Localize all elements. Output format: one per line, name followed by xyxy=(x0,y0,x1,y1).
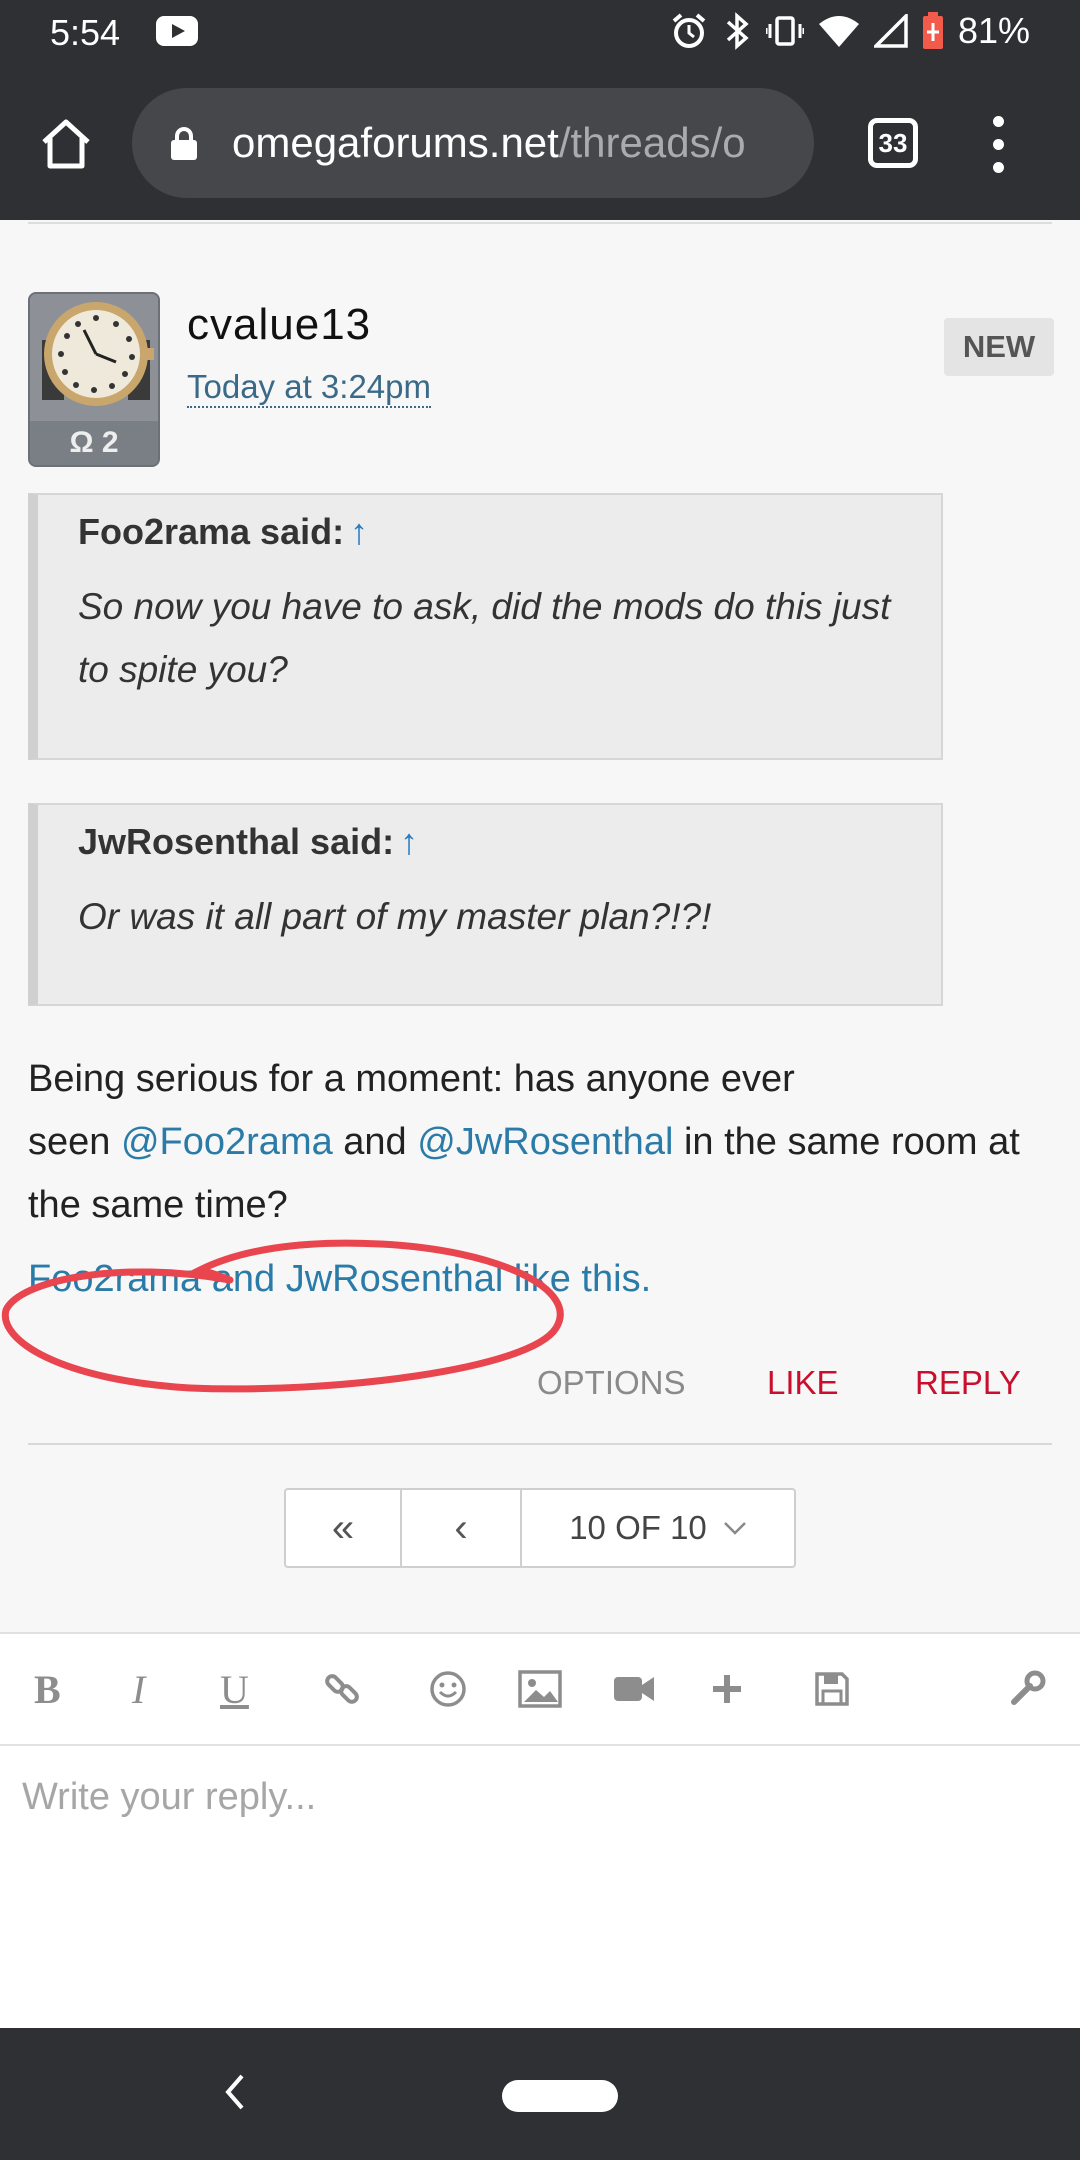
alarm-icon xyxy=(672,13,706,48)
overflow-menu-icon[interactable] xyxy=(990,116,1006,174)
chevron-left-icon: ‹ xyxy=(454,1505,468,1550)
quote-author: JwRosenthal said: ↑ xyxy=(78,819,901,865)
divider xyxy=(28,222,1052,224)
home-pill-button[interactable] xyxy=(502,2080,618,2112)
new-badge: NEW xyxy=(944,318,1054,376)
battery-icon xyxy=(922,12,943,49)
reply-button[interactable]: REPLY xyxy=(915,1364,1021,1402)
post-text: Being serious for a moment: has anyone e… xyxy=(28,1058,795,1100)
editor-toolbar: B I U xyxy=(0,1634,1080,1746)
youtube-icon xyxy=(156,16,198,46)
avatar-badge: Ω 2 xyxy=(30,421,158,465)
status-icons: 81% xyxy=(670,10,1030,52)
first-page-button[interactable]: « xyxy=(286,1490,402,1566)
quote-jump-arrow-icon[interactable]: ↑ xyxy=(400,821,418,862)
italic-button[interactable]: I xyxy=(132,1664,145,1714)
plus-icon[interactable] xyxy=(710,1664,744,1714)
quote-block: JwRosenthal said: ↑ Or was it all part of… xyxy=(28,803,943,1006)
bluetooth-icon xyxy=(726,12,749,50)
quote-text: Or was it all part of my master plan?!?! xyxy=(78,896,712,937)
quote-block: Foo2rama said: ↑ So now you have to ask, … xyxy=(28,493,943,760)
vibrate-icon xyxy=(765,16,804,46)
link-icon[interactable] xyxy=(322,1664,362,1714)
page-select[interactable]: 10 OF 10 xyxy=(522,1490,794,1566)
double-chevron-left-icon: « xyxy=(331,1505,355,1550)
signal-icon xyxy=(873,14,908,48)
avatar[interactable]: Ω 2 xyxy=(28,292,160,467)
wrench-icon[interactable] xyxy=(1008,1664,1046,1714)
smiley-icon[interactable] xyxy=(428,1664,468,1714)
red-annotation-circle xyxy=(1,1239,564,1393)
options-button[interactable]: OPTIONS xyxy=(537,1364,686,1402)
quote-author-name: Foo2rama said: xyxy=(78,511,345,552)
tab-switcher-icon[interactable]: 33 xyxy=(868,118,918,168)
back-icon[interactable] xyxy=(222,2072,246,2112)
video-icon[interactable] xyxy=(612,1664,656,1714)
url-text[interactable]: omegaforums.net/threads/o xyxy=(232,119,746,167)
system-nav-bar xyxy=(0,2028,1080,2160)
post-text: and xyxy=(332,1121,418,1163)
status-time: 5:54 xyxy=(50,12,121,53)
image-icon[interactable] xyxy=(518,1664,562,1714)
like-button[interactable]: LIKE xyxy=(767,1364,839,1402)
status-bar: 5:54 81% xyxy=(0,0,1080,68)
post-username[interactable]: cvalue13 xyxy=(187,300,371,350)
quote-author-name: JwRosenthal said: xyxy=(78,821,395,862)
post-body: Being serious for a moment: has anyone e… xyxy=(28,1048,1028,1237)
post-timestamp[interactable]: Today at 3:24pm xyxy=(187,368,431,408)
quote-author: Foo2rama said: ↑ xyxy=(78,509,901,555)
browser-toolbar: omegaforums.net/threads/o 33 xyxy=(0,68,1080,220)
battery-percent: 81% xyxy=(957,10,1030,51)
divider xyxy=(28,1443,1052,1445)
address-bar[interactable]: omegaforums.net/threads/o xyxy=(132,88,814,198)
pagination: « ‹ 10 OF 10 xyxy=(284,1488,796,1568)
home-icon[interactable] xyxy=(38,116,94,172)
watch-avatar-image xyxy=(30,294,158,425)
page-indicator: 10 OF 10 xyxy=(569,1509,707,1546)
bold-button[interactable]: B xyxy=(34,1664,61,1714)
mention-link[interactable]: @Foo2rama xyxy=(121,1121,333,1163)
previous-page-button[interactable]: ‹ xyxy=(402,1490,522,1566)
chevron-down-icon xyxy=(723,1522,746,1535)
url-path: /threads/o xyxy=(558,119,746,166)
post-text: seen xyxy=(28,1121,121,1163)
mention-link[interactable]: @JwRosenthal xyxy=(417,1121,673,1163)
underline-button[interactable]: U xyxy=(220,1664,249,1714)
lock-icon xyxy=(171,127,197,160)
reply-editor: B I U Write your reply... xyxy=(0,1632,1080,2028)
wifi-icon xyxy=(818,16,859,47)
url-domain: omegaforums.net xyxy=(232,119,559,166)
quote-jump-arrow-icon[interactable]: ↑ xyxy=(350,511,368,552)
reply-input[interactable]: Write your reply... xyxy=(22,1776,316,1819)
quote-text: So now you have to ask, did the mods do … xyxy=(78,586,891,690)
save-draft-icon[interactable] xyxy=(814,1664,850,1714)
